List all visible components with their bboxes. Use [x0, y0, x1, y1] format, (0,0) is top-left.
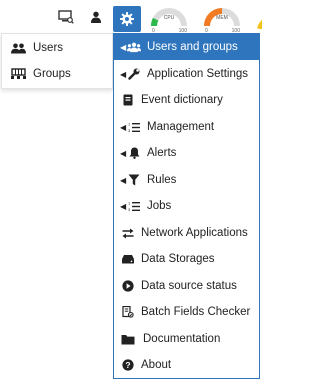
- list-icon: 1 3: [127, 122, 141, 133]
- menu-item-users-and-groups[interactable]: ◀ Users and groups: [114, 34, 259, 60]
- menu-item-label: Rules: [147, 174, 177, 186]
- menu-item-network-applications[interactable]: Network Applications: [114, 220, 259, 246]
- groups-icon: [10, 68, 26, 80]
- chevron-left-icon: ◀: [120, 69, 127, 79]
- question-circle-icon: ?: [121, 359, 135, 371]
- gear-icon: [120, 12, 134, 26]
- menu-item-management[interactable]: ◀ 1 3 Management: [114, 114, 259, 140]
- bell-icon: [127, 147, 141, 159]
- menu-item-application-settings[interactable]: ◀ Application Settings: [114, 61, 259, 87]
- menu-item-event-dictionary[interactable]: Event dictionary: [114, 87, 259, 113]
- list-icon: 1 3: [127, 201, 141, 212]
- cpu-gauge: CPU 0 100: [150, 4, 188, 34]
- chevron-left-icon: ◀: [120, 175, 127, 185]
- menu-item-data-storages[interactable]: Data Storages: [114, 246, 259, 272]
- svg-text:3: 3: [128, 207, 131, 212]
- menu-item-label: Event dictionary: [141, 94, 223, 106]
- menu-item-label: Users and groups: [147, 41, 238, 53]
- users-and-groups-submenu: Users Groups: [1, 33, 113, 89]
- hdd-icon: [121, 254, 135, 264]
- menu-item-label: Network Applications: [141, 227, 248, 239]
- play-circle-icon: [121, 280, 135, 292]
- menu-item-label: Data Storages: [141, 253, 215, 265]
- book-icon: [121, 94, 135, 106]
- top-bar: CPU 0 100 MEM 0 100: [0, 0, 262, 36]
- menu-item-label: Alerts: [147, 147, 177, 159]
- submenu-item-groups[interactable]: Groups: [2, 61, 112, 87]
- folder-icon: [121, 334, 135, 345]
- menu-item-alerts[interactable]: ◀ Alerts: [114, 140, 259, 166]
- menu-item-rules[interactable]: ◀ Rules: [114, 167, 259, 193]
- chevron-left-icon: ◀: [120, 201, 127, 211]
- batch-icon: [121, 306, 135, 318]
- chevron-left-icon: ◀: [120, 122, 127, 132]
- settings-gear-button[interactable]: [113, 6, 141, 32]
- menu-item-label: Batch Fields Checker: [141, 306, 251, 318]
- submenu-item-label: Users: [33, 42, 64, 54]
- settings-dropdown-menu: ◀ Users and groups ◀ Application Setting…: [113, 33, 260, 379]
- menu-item-jobs[interactable]: ◀ 1 3 Jobs: [114, 193, 259, 219]
- mem-gauge: MEM 0 100: [203, 4, 241, 34]
- svg-text:1: 1: [128, 201, 131, 206]
- mem-gauge-label: MEM: [216, 15, 228, 21]
- user-icon[interactable]: [86, 7, 106, 27]
- svg-text:3: 3: [128, 128, 131, 133]
- menu-item-documentation[interactable]: Documentation: [114, 326, 259, 352]
- menu-item-data-source-status[interactable]: Data source status: [114, 273, 259, 299]
- chevron-left-icon: ◀: [120, 42, 127, 52]
- users-icon: [127, 42, 141, 53]
- menu-item-label: Application Settings: [147, 68, 249, 80]
- submenu-item-users[interactable]: Users: [2, 35, 112, 61]
- svg-text:1: 1: [128, 122, 131, 127]
- users-icon: [10, 43, 26, 54]
- filter-icon: [127, 174, 141, 186]
- exchange-icon: [121, 228, 135, 239]
- svg-text:?: ?: [125, 360, 130, 370]
- extra-gauge-edge: [256, 7, 262, 29]
- submenu-item-label: Groups: [33, 68, 71, 80]
- menu-item-about[interactable]: ? About: [114, 352, 259, 378]
- menu-item-label: Management: [147, 121, 215, 133]
- menu-item-label: Data source status: [141, 280, 237, 292]
- wrench-icon: [127, 68, 141, 80]
- menu-item-batch-fields-checker[interactable]: Batch Fields Checker: [114, 299, 259, 325]
- menu-item-label: Jobs: [147, 200, 172, 212]
- menu-item-label: About: [141, 359, 172, 371]
- chevron-left-icon: ◀: [120, 148, 127, 158]
- monitor-search-icon[interactable]: [56, 7, 76, 27]
- menu-item-label: Documentation: [143, 333, 221, 345]
- cpu-gauge-label: CPU: [163, 15, 175, 21]
